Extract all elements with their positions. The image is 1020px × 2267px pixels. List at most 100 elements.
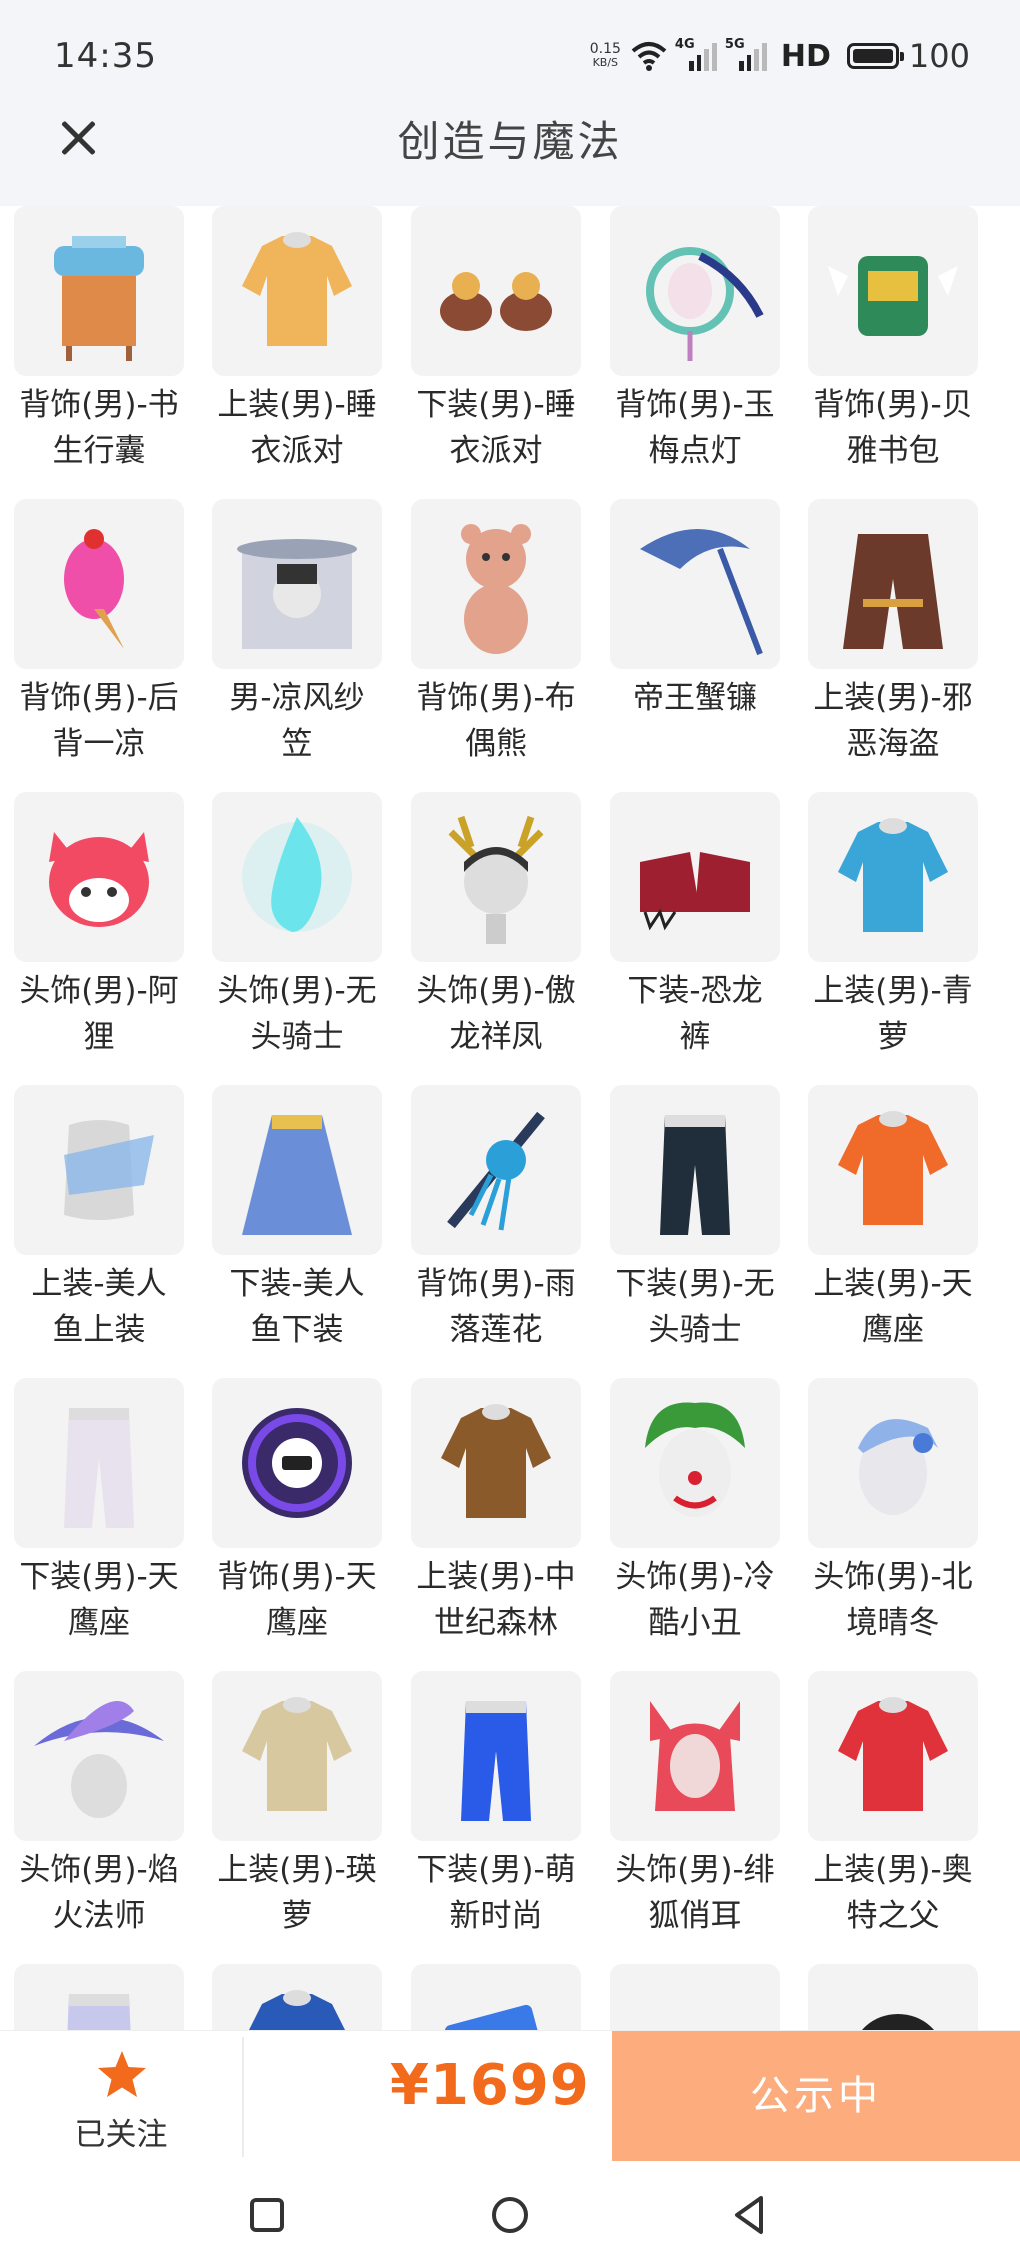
grid-item[interactable]: 下装-美人 鱼下装 [198, 1085, 396, 1365]
grid-item[interactable]: 上装(男)-睡 衣派对 [198, 206, 396, 486]
item-label-line2: 狸 [83, 1019, 115, 1055]
item-label-line2: 龙祥凤 [449, 1019, 543, 1055]
grid-item[interactable]: 男-凉风纱笠 [198, 499, 396, 779]
item-label: 上装(男)-瑛萝 [198, 1847, 396, 1939]
grid-item[interactable]: 头饰(男)-北 境晴冬 [794, 1378, 992, 1658]
item-label-line2: 鹰座 [862, 1312, 924, 1348]
grid-item[interactable]: 头饰(男)-无 头骑士 [198, 792, 396, 1072]
item-label-line1: 头饰(男)-阿 [19, 973, 179, 1009]
recent-apps-icon[interactable] [242, 2190, 292, 2240]
signal-4g-icon: 4G [675, 37, 717, 71]
pants-icon [67, 1994, 131, 2030]
grid-item[interactable]: 下装(男)-萌 新时尚 [397, 1671, 595, 1951]
grid-item[interactable]: 上装(男)-奥 特之父 [794, 1671, 992, 1951]
grid-item[interactable] [0, 1964, 198, 2030]
item-thumbnail [808, 792, 978, 962]
grid-item[interactable] [397, 1964, 595, 2030]
follow-button[interactable]: 已关注 [0, 2031, 242, 2163]
flute-icon [447, 1111, 545, 1231]
top-icon [838, 1697, 948, 1811]
item-label: 背饰(男)-雨 落莲花 [397, 1261, 595, 1353]
item-thumbnail [14, 206, 184, 376]
item-label-line2: 萝 [877, 1019, 909, 1055]
grid-item[interactable]: 头饰(男)-傲 龙祥凤 [397, 792, 595, 1072]
back-icon[interactable] [725, 2190, 775, 2240]
item-label-line1: 头饰(男)-绯 [615, 1852, 775, 1888]
grid-item[interactable]: 下装(男)-天 鹰座 [0, 1378, 198, 1658]
home-icon[interactable] [485, 2190, 535, 2240]
network-speed: 0.15 KB/S [589, 41, 621, 69]
grid-item[interactable] [198, 1964, 396, 2030]
backpack-icon [828, 256, 958, 336]
grid-item[interactable]: 头饰(男)-绯 狐俏耳 [596, 1671, 794, 1951]
item-label-line2: 雅书包 [846, 433, 940, 469]
grid-item[interactable]: 上装(男)-邪 恶海盗 [794, 499, 992, 779]
item-label-line1: 上装(男)-天 [813, 1266, 973, 1302]
grid-item[interactable]: 下装-恐龙裤 [596, 792, 794, 1072]
public-notice-button[interactable]: 公示中 [612, 2031, 1020, 2161]
item-thumbnail [610, 1964, 780, 2030]
star-icon [98, 2051, 146, 2097]
grid-item[interactable]: 背饰(男)-书 生行囊 [0, 206, 198, 486]
grid-item[interactable]: 下装(男)-无 头骑士 [596, 1085, 794, 1365]
clown-icon [645, 1402, 745, 1517]
item-label-line2: 狐俏耳 [648, 1898, 742, 1934]
grid-item[interactable]: 上装(男)-青萝 [794, 792, 992, 1072]
grid-item[interactable]: 上装-美人 鱼上装 [0, 1085, 198, 1365]
item-label: 帝王蟹镰 [596, 675, 794, 721]
item-thumbnail [212, 1671, 382, 1841]
item-label-line2: 特之父 [846, 1898, 940, 1934]
grid-item[interactable]: 上装(男)-瑛萝 [198, 1671, 396, 1951]
grid-item[interactable]: 帝王蟹镰 [596, 499, 794, 779]
item-label-line1: 上装(男)-睡 [217, 387, 377, 423]
system-nav-bar [0, 2162, 1020, 2267]
grid-item[interactable]: 背饰(男)-玉 梅点灯 [596, 206, 794, 486]
item-label-line1: 背饰(男)-布 [416, 680, 576, 716]
item-thumbnail [14, 499, 184, 669]
grid-item[interactable]: 上装(男)-天 鹰座 [794, 1085, 992, 1365]
hat-icon [862, 2014, 934, 2030]
grid-item[interactable]: 头饰(男)-阿狸 [0, 792, 198, 1072]
status-time: 14:35 [54, 36, 157, 76]
item-thumbnail [14, 1671, 184, 1841]
grid-item[interactable]: 头饰(男)-焰 火法师 [0, 1671, 198, 1951]
grid-item[interactable]: 下装(男)-睡 衣派对 [397, 206, 595, 486]
item-label-line1: 上装(男)-中 [416, 1559, 576, 1595]
item-label: 下装(男)-萌 新时尚 [397, 1847, 595, 1939]
item-thumbnail [411, 1085, 581, 1255]
grid-item[interactable]: 上装(男)-中 世纪森林 [397, 1378, 595, 1658]
grid-item[interactable]: 背饰(男)-后 背一凉 [0, 499, 198, 779]
item-label-line2: 衣派对 [449, 433, 543, 469]
skirt-icon [242, 1115, 352, 1235]
item-thumbnail [14, 1085, 184, 1255]
item-label-line1: 头饰(男)-北 [813, 1559, 973, 1595]
grid-item[interactable]: 背饰(男)-雨 落莲花 [397, 1085, 595, 1365]
item-label: 背饰(男)-书 生行囊 [0, 382, 198, 474]
item-label-line1: 背饰(男)-书 [19, 387, 179, 423]
coat-icon [843, 534, 943, 649]
grid-item[interactable]: 头饰(男)-冷 酷小丑 [596, 1378, 794, 1658]
item-label-line2: 世纪森林 [434, 1605, 558, 1641]
item-label: 下装-恐龙裤 [596, 968, 794, 1060]
wizard-hat-icon [34, 1701, 164, 1818]
lantern-icon [646, 247, 764, 361]
grid-item[interactable]: 背饰(男)-布 偶熊 [397, 499, 595, 779]
item-thumbnail [212, 792, 382, 962]
grid-item[interactable]: 背饰(男)-贝 雅书包 [794, 206, 992, 486]
card-icon [444, 2004, 548, 2030]
item-label: 上装(男)-青萝 [794, 968, 992, 1060]
item-label: 头饰(男)-北 境晴冬 [794, 1554, 992, 1646]
grid-item[interactable] [794, 1964, 992, 2030]
scythe-icon [640, 529, 763, 656]
grid-item[interactable] [596, 1964, 794, 2030]
head-blue-icon [858, 1419, 938, 1515]
item-thumbnail [411, 1671, 581, 1841]
top-icon [441, 1404, 551, 1518]
fox-ears-icon [650, 1701, 740, 1811]
item-label: 背饰(男)-布 偶熊 [397, 675, 595, 767]
grid-item[interactable]: 背饰(男)-天 鹰座 [198, 1378, 396, 1658]
bear-icon [461, 524, 531, 654]
item-label-line2: 笠 [281, 726, 313, 762]
item-thumbnail [212, 1085, 382, 1255]
item-thumbnail [808, 1378, 978, 1548]
